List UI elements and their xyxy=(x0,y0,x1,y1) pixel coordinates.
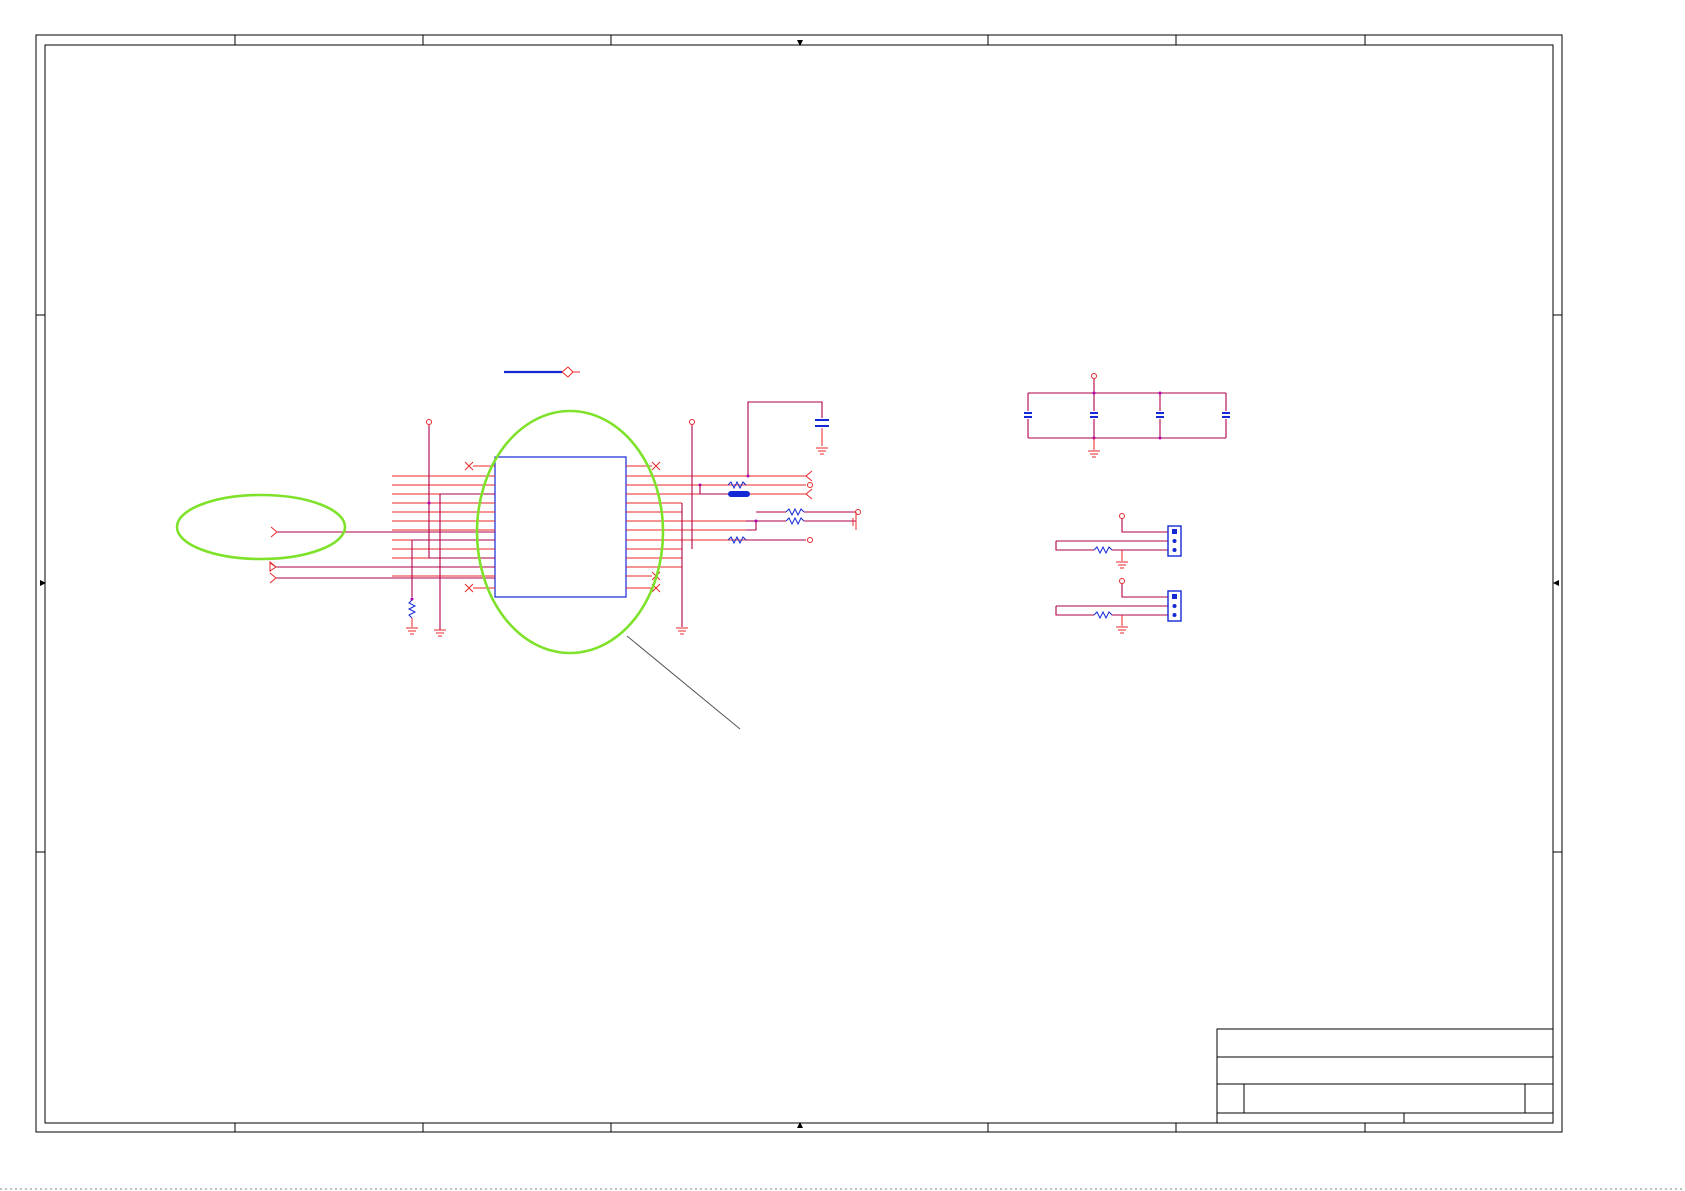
zone-ticks xyxy=(36,35,1562,1132)
ground-symbol-left-1 xyxy=(406,627,418,635)
highlight-input-port xyxy=(175,493,347,561)
ground-symbol-right-ic xyxy=(676,627,688,635)
connector-j1 xyxy=(1055,513,1182,569)
ic-right-pins xyxy=(626,465,806,589)
left-wiring xyxy=(269,419,495,637)
title-block xyxy=(1216,1028,1554,1124)
connector-j2 xyxy=(1055,578,1182,634)
ferrite-bead xyxy=(728,491,750,497)
ground-symbol-left-2 xyxy=(434,629,446,637)
ic-body xyxy=(494,456,627,598)
inner-frame xyxy=(44,44,1554,1124)
right-wiring xyxy=(676,401,861,635)
schematic-sheet xyxy=(0,34,1685,1190)
center-arrows xyxy=(40,40,1559,1128)
main-ic xyxy=(392,456,806,598)
annotation-leader-line xyxy=(626,635,741,730)
bus-connector xyxy=(504,366,580,378)
decoupling-capacitors xyxy=(1024,373,1230,458)
ground-symbol-cap xyxy=(816,447,828,455)
outer-frame xyxy=(35,34,1563,1133)
ic-left-pins xyxy=(392,465,495,589)
